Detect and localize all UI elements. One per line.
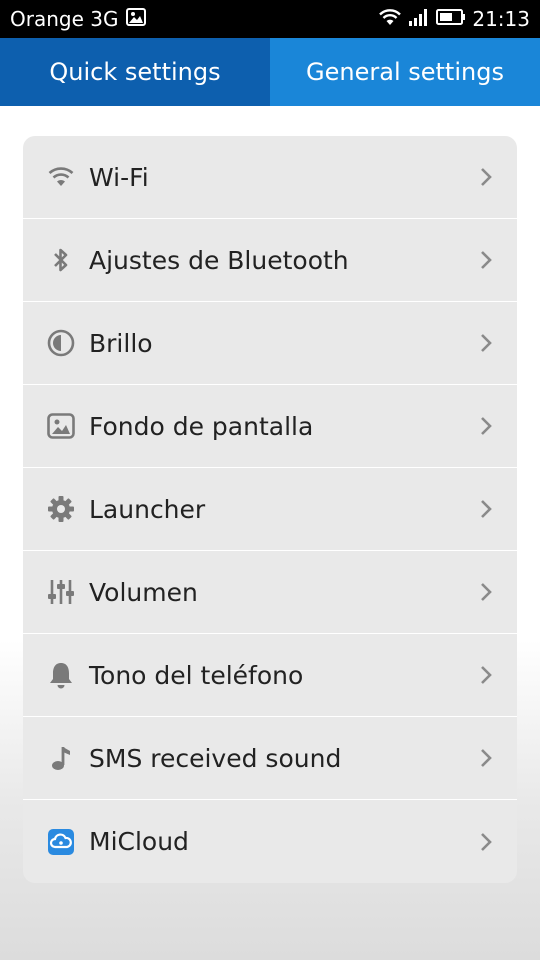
settings-item-label: Tono del teléfono (89, 660, 304, 690)
settings-item-label: Ajustes de Bluetooth (89, 245, 349, 275)
wallpaper-icon (45, 410, 77, 442)
chevron-right-icon (477, 830, 495, 854)
settings-item-launcher[interactable]: Launcher (23, 468, 517, 551)
gallery-notification-icon (126, 7, 147, 31)
bluetooth-icon (45, 244, 77, 276)
bell-icon (45, 659, 77, 691)
cloud-icon (45, 826, 77, 858)
settings-item-sms-sound[interactable]: SMS received sound (23, 717, 517, 800)
settings-item-label: SMS received sound (89, 743, 342, 773)
tab-quick-settings[interactable]: Quick settings (0, 38, 270, 106)
tab-general-settings[interactable]: General settings (270, 38, 540, 106)
carrier-label: Orange 3G (10, 7, 119, 31)
tab-bar: Quick settings General settings (0, 38, 540, 106)
chevron-right-icon (477, 580, 495, 604)
wifi-icon (45, 161, 77, 193)
settings-item-wallpaper[interactable]: Fondo de pantalla (23, 385, 517, 468)
clock: 21:13 (472, 7, 530, 31)
settings-item-label: MiCloud (89, 827, 189, 856)
status-bar: Orange 3G 21:13 (0, 0, 540, 38)
status-right: 21:13 (378, 7, 530, 32)
gear-icon (45, 493, 77, 525)
settings-item-label: Wi-Fi (89, 162, 149, 192)
settings-item-label: Fondo de pantalla (89, 411, 314, 441)
settings-item-volume[interactable]: Volumen (23, 551, 517, 634)
settings-item-brightness[interactable]: Brillo (23, 302, 517, 385)
music-note-icon (45, 742, 77, 774)
settings-item-micloud[interactable]: MiCloud (23, 800, 517, 883)
status-left: Orange 3G (10, 7, 147, 31)
chevron-right-icon (477, 331, 495, 355)
chevron-right-icon (477, 165, 495, 189)
equalizer-icon (45, 576, 77, 608)
wifi-status-icon (378, 7, 402, 32)
settings-item-wifi[interactable]: Wi-Fi (23, 136, 517, 219)
brightness-icon (45, 327, 77, 359)
settings-item-ringtone[interactable]: Tono del teléfono (23, 634, 517, 717)
chevron-right-icon (477, 746, 495, 770)
settings-list: Wi-Fi Ajustes de Bluetooth Brillo Fondo … (23, 136, 517, 883)
settings-item-label: Volumen (89, 577, 198, 607)
chevron-right-icon (477, 663, 495, 687)
chevron-right-icon (477, 248, 495, 272)
battery-icon (436, 7, 466, 31)
settings-item-label: Launcher (89, 494, 206, 524)
signal-icon (408, 7, 430, 32)
settings-item-bluetooth[interactable]: Ajustes de Bluetooth (23, 219, 517, 302)
chevron-right-icon (477, 414, 495, 438)
chevron-right-icon (477, 497, 495, 521)
settings-item-label: Brillo (89, 328, 153, 358)
